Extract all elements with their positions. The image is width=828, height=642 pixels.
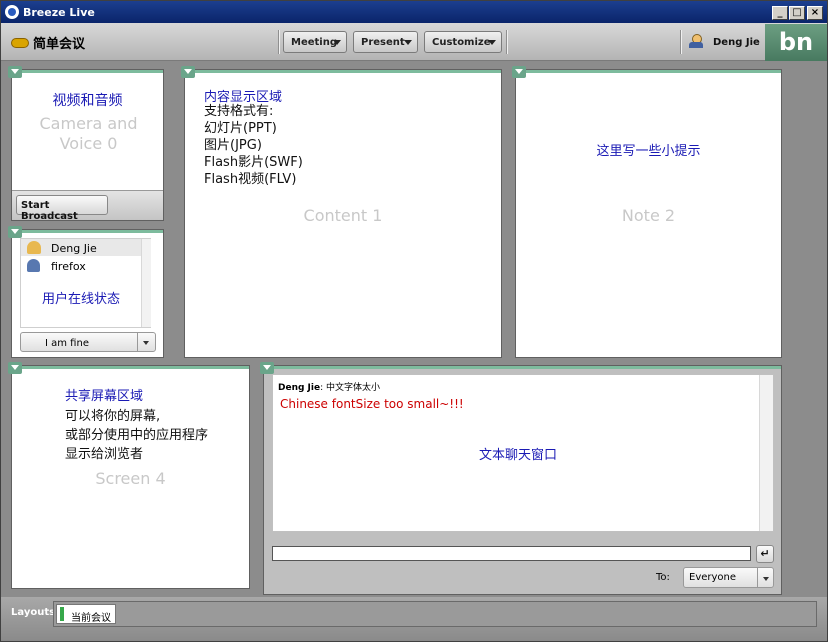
host-user-icon [27,241,41,254]
current-user-name: Deng Jie [713,37,760,48]
present-menu-label: Present [361,37,405,48]
chat-scrollbar[interactable] [759,375,773,531]
pod-top-bar [12,70,163,73]
pod-menu-toggle[interactable] [8,66,22,78]
content-line: 幻灯片(PPT) [204,121,277,136]
meeting-title: 简单会议 [11,33,85,52]
meeting-icon [11,38,29,48]
meeting-title-text: 简单会议 [33,37,86,52]
attendee-row-host[interactable]: Deng Jie [21,239,141,256]
breeze-live-window: Breeze Live _ □ × 简单会议 Meeting Present C… [0,0,828,642]
pod-top-bar [12,366,249,369]
content-line: Flash影片(SWF) [204,155,303,170]
chat-message: Deng Jie: 中文字体太小 [278,383,381,393]
chat-input[interactable] [272,546,751,561]
chat-pod: Deng Jie: 中文字体太小 Chinese fontSize too sm… [260,362,782,595]
close-button[interactable]: × [807,6,823,20]
content-format-list: 支持格式有: 幻灯片(PPT) 图片(JPG) Flash影片(SWF) Fla… [204,103,303,188]
attendee-row-participant[interactable]: firefox [21,257,141,274]
chat-highlight-text: Chinese fontSize too small~!!! [280,397,464,411]
content-line: 图片(JPG) [204,138,262,153]
pod-menu-toggle[interactable] [8,362,22,374]
screen-share-pod: 共享屏幕区域 可以将你的屏幕, 或部分使用中的应用程序 显示给浏览者 Scree… [8,362,250,589]
breeze-app-icon [5,5,19,19]
status-value: I am fine [45,338,89,349]
main-toolbar: 简单会议 Meeting Present Customize Deng Jie [1,23,827,61]
recipient-select[interactable]: Everyone [683,567,774,588]
select-divider [757,568,758,587]
camera-footer: Start Broadcast [12,190,163,222]
pod-menu-toggle[interactable] [512,66,526,78]
screen-line: 可以将你的屏幕, [65,409,161,424]
start-broadcast-button[interactable]: Start Broadcast [16,195,108,222]
content-pod: 内容显示区域 支持格式有: 幻灯片(PPT) 图片(JPG) Flash影片(S… [181,66,502,358]
attendee-pod: Deng Jie firefox 用户在线状态 I am fine [8,226,164,358]
pod-top-bar [12,230,163,233]
chat-message-text: 中文字体太小 [326,383,381,393]
host-user-icon [689,34,707,48]
chevron-down-icon [404,40,412,45]
layouts-bar: Layouts 当前会议 [1,597,827,641]
screen-line: 显示给浏览者 [65,447,144,462]
chevron-down-icon [763,577,769,581]
current-user[interactable]: Deng Jie [689,34,760,48]
layout-tab-current-meeting[interactable]: 当前会议 [56,604,116,624]
camera-note: 视频和音频 [52,93,123,109]
chevron-down-icon [333,40,341,45]
status-select[interactable]: I am fine [20,332,156,352]
layouts-label: Layouts [11,607,56,618]
content-line: Flash视频(FLV) [204,172,297,187]
pod-top-bar [516,70,781,73]
chat-note: 文本聊天窗口 [478,448,557,463]
title-bar[interactable]: Breeze Live _ □ × [1,1,827,23]
chevron-down-icon [488,40,496,45]
note-pod: 这里写一些小提示 Note 2 [512,66,782,358]
toolbar-divider [680,30,682,54]
pod-menu-toggle[interactable] [181,66,195,78]
camera-pod-name: Camera and Voice 0 [39,114,138,153]
pod-top-bar [264,366,781,369]
chat-transcript: Deng Jie: 中文字体太小 Chinese fontSize too sm… [272,374,774,532]
breeze-logo: bn [765,24,827,61]
screen-title: 共享屏幕区域 [65,389,144,404]
attendee-list: Deng Jie firefox 用户在线状态 [20,238,151,328]
chevron-down-icon [143,341,149,345]
meeting-menu-button[interactable]: Meeting [283,31,347,53]
customize-menu-button[interactable]: Customize [424,31,502,53]
screen-pod-name: Screen 4 [95,469,166,488]
maximize-button[interactable]: □ [789,6,805,20]
attendee-list-scrollbar[interactable] [141,239,151,327]
note-text: 这里写一些小提示 [596,144,701,159]
content-pod-name: Content 1 [303,206,383,225]
send-message-button[interactable]: ↵ [756,545,774,563]
chat-sender: Deng Jie [278,383,321,393]
to-label: To: [656,572,670,583]
customize-menu-label: Customize [432,37,491,48]
pod-menu-toggle[interactable] [260,362,274,374]
screen-description: 可以将你的屏幕, 或部分使用中的应用程序 显示给浏览者 [65,407,208,464]
toolbar-divider [278,30,280,54]
toolbar-divider [506,30,508,54]
layout-tabs: 当前会议 [53,601,817,627]
attendee-name: Deng Jie [51,242,97,255]
pod-top-bar [185,70,501,73]
present-menu-button[interactable]: Present [353,31,418,53]
window-title: Breeze Live [23,6,95,19]
attendee-note: 用户在线状态 [41,292,120,307]
participant-user-icon [27,259,40,272]
recipient-value: Everyone [689,572,737,583]
meeting-menu-label: Meeting [291,37,338,48]
note-pod-name: Note 2 [621,206,676,225]
select-divider [137,333,138,351]
minimize-button[interactable]: _ [772,6,788,20]
camera-voice-pod: 视频和音频 Camera and Voice 0 Start Broadcast [8,66,164,222]
attendee-name: firefox [51,260,86,273]
screen-line: 或部分使用中的应用程序 [65,428,209,443]
content-line: 支持格式有: [204,104,274,119]
pod-menu-toggle[interactable] [8,226,22,238]
